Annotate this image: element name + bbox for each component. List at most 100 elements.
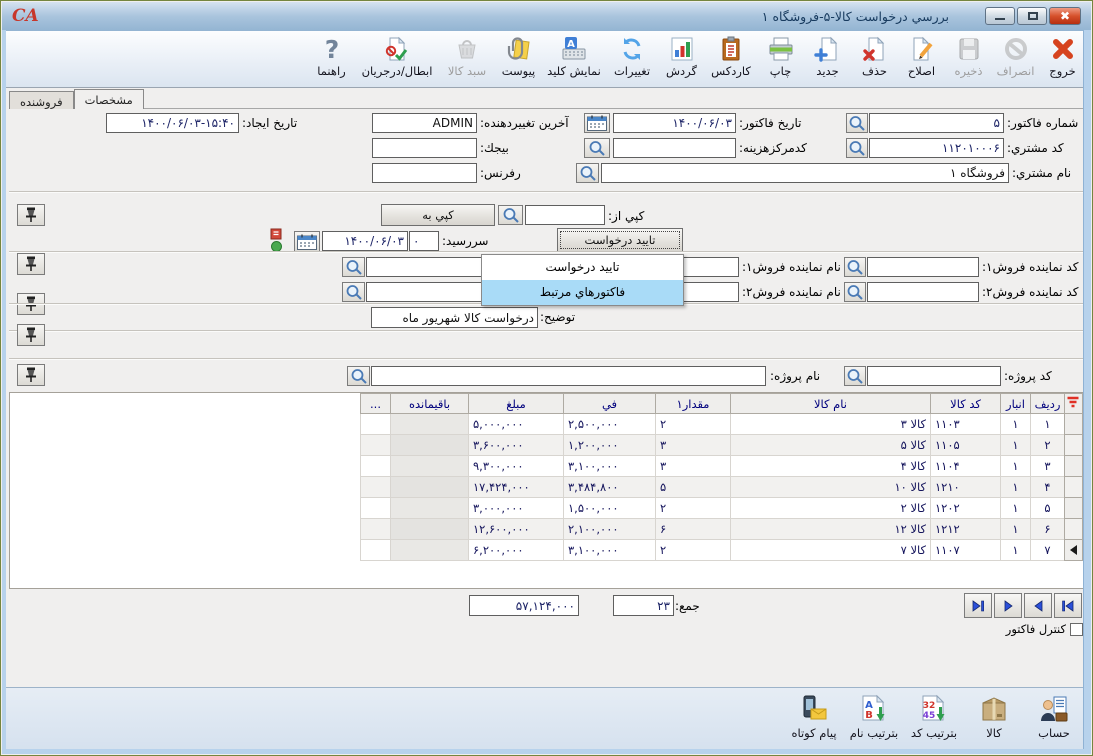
toolbar-exit-button[interactable]: خروج bbox=[1039, 33, 1086, 78]
table-row[interactable]: ۵ ۱ ۱۲۰۲ كالا ۲ ۲ ۱,۵۰۰,۰۰۰ ۳,۰۰۰,۰۰۰ bbox=[361, 498, 1083, 519]
cell-quantity[interactable]: ۲ bbox=[656, 414, 731, 435]
nav-first-button[interactable] bbox=[1054, 593, 1082, 618]
column-header-amount[interactable]: مبلغ bbox=[469, 394, 564, 414]
cell-unit-price[interactable]: ۳,۱۰۰,۰۰۰ bbox=[564, 540, 656, 561]
cell-remaining[interactable] bbox=[391, 435, 469, 456]
copy-to-button[interactable]: كپي به bbox=[381, 204, 495, 226]
customer-code-lookup-button[interactable] bbox=[846, 138, 868, 158]
project-code-input[interactable] bbox=[867, 366, 1001, 386]
cell-row-number[interactable]: ۵ bbox=[1031, 498, 1065, 519]
cell-more[interactable] bbox=[361, 414, 391, 435]
cost-center-input[interactable] bbox=[613, 138, 736, 158]
cell-warehouse[interactable]: ۱ bbox=[1001, 519, 1031, 540]
toolbar-help-button[interactable]: ? راهنما bbox=[308, 33, 355, 78]
cell-amount[interactable]: ۹,۳۰۰,۰۰۰ bbox=[469, 456, 564, 477]
cell-warehouse[interactable]: ۱ bbox=[1001, 435, 1031, 456]
due-date-input[interactable] bbox=[322, 231, 408, 251]
cell-warehouse[interactable]: ۱ bbox=[1001, 540, 1031, 561]
minimize-button[interactable] bbox=[985, 7, 1015, 25]
cell-more[interactable] bbox=[361, 456, 391, 477]
bottom-sort-by-name-button[interactable]: AB بترتيب نام bbox=[846, 692, 902, 740]
toolbar-void-button[interactable]: ابطال/درجريان bbox=[355, 33, 439, 78]
table-row[interactable]: ۶ ۱ ۱۲۱۲ كالا ۱۲ ۶ ۲,۱۰۰,۰۰۰ ۱۲,۶۰۰,۰۰۰ bbox=[361, 519, 1083, 540]
toolbar-changes-button[interactable]: تغييرات bbox=[606, 33, 658, 78]
cell-item-code[interactable]: ۱۱۰۵ bbox=[931, 435, 1001, 456]
due-date-calendar-button[interactable] bbox=[294, 231, 320, 252]
nav-next-button[interactable] bbox=[994, 593, 1022, 618]
cell-more[interactable] bbox=[361, 477, 391, 498]
amount-total-field[interactable] bbox=[469, 595, 579, 616]
cell-unit-price[interactable]: ۲,۵۰۰,۰۰۰ bbox=[564, 414, 656, 435]
cell-row-number[interactable]: ۴ bbox=[1031, 477, 1065, 498]
invoice-date-calendar-button[interactable] bbox=[584, 113, 610, 133]
table-row[interactable]: ۷ ۱ ۱۱۰۷ كالا ۷ ۲ ۳,۱۰۰,۰۰۰ ۶,۲۰۰,۰۰۰ bbox=[361, 540, 1083, 561]
cell-item-code[interactable]: ۱۱۰۷ bbox=[931, 540, 1001, 561]
cell-row-number[interactable]: ۶ bbox=[1031, 519, 1065, 540]
cell-row-number[interactable]: ۲ bbox=[1031, 435, 1065, 456]
cell-warehouse[interactable]: ۱ bbox=[1001, 456, 1031, 477]
filter-header-cell[interactable] bbox=[1065, 394, 1083, 414]
checkbox-box[interactable] bbox=[1070, 623, 1083, 636]
invoice-no-input[interactable] bbox=[869, 113, 1004, 133]
cost-center-lookup-button[interactable] bbox=[584, 138, 610, 158]
maximize-button[interactable] bbox=[1017, 7, 1047, 25]
cell-amount[interactable]: ۳,۶۰۰,۰۰۰ bbox=[469, 435, 564, 456]
due-days-input[interactable] bbox=[409, 231, 439, 251]
invoice-control-checkbox[interactable]: كنترل فاكتور bbox=[986, 622, 1083, 636]
confirm-request-button[interactable]: تاييد درخواست bbox=[557, 228, 683, 252]
cell-amount[interactable]: ۳,۰۰۰,۰۰۰ bbox=[469, 498, 564, 519]
toolbar-turnover-button[interactable]: گردش bbox=[658, 33, 705, 78]
column-header-unit-price[interactable]: في bbox=[564, 394, 656, 414]
bottom-sms-button[interactable]: پيام كوتاه bbox=[786, 692, 842, 740]
rep1-name-lookup-button[interactable] bbox=[342, 257, 365, 277]
cell-unit-price[interactable]: ۲,۱۰۰,۰۰۰ bbox=[564, 519, 656, 540]
toolbar-delete-button[interactable]: حذف bbox=[851, 33, 898, 78]
pin-button-copy[interactable] bbox=[17, 204, 45, 226]
cell-unit-price[interactable]: ۱,۲۰۰,۰۰۰ bbox=[564, 435, 656, 456]
menu-item-related-invoices[interactable]: فاكتورهاي مرتبط bbox=[482, 280, 683, 305]
pin-button-project[interactable] bbox=[17, 364, 45, 386]
cell-warehouse[interactable]: ۱ bbox=[1001, 477, 1031, 498]
cell-amount[interactable]: ۶,۲۰۰,۰۰۰ bbox=[469, 540, 564, 561]
cell-remaining[interactable] bbox=[391, 498, 469, 519]
cell-quantity[interactable]: ۲ bbox=[656, 540, 731, 561]
table-row[interactable]: ۱ ۱ ۱۱۰۳ كالا ۳ ۲ ۲,۵۰۰,۰۰۰ ۵,۰۰۰,۰۰۰ bbox=[361, 414, 1083, 435]
cell-item-name[interactable]: كالا ۵ bbox=[731, 435, 931, 456]
column-header-quantity[interactable]: مقدار۱ bbox=[656, 394, 731, 414]
table-row[interactable]: ۲ ۱ ۱۱۰۵ كالا ۵ ۳ ۱,۲۰۰,۰۰۰ ۳,۶۰۰,۰۰۰ bbox=[361, 435, 1083, 456]
quantity-total-field[interactable] bbox=[613, 595, 674, 616]
project-name-input[interactable] bbox=[371, 366, 766, 386]
cell-unit-price[interactable]: ۳,۱۰۰,۰۰۰ bbox=[564, 456, 656, 477]
column-header-item-code[interactable]: كد كالا bbox=[931, 394, 1001, 414]
close-button[interactable]: ✖ bbox=[1049, 7, 1081, 25]
cell-warehouse[interactable]: ۱ bbox=[1001, 414, 1031, 435]
cell-item-name[interactable]: كالا ۳ bbox=[731, 414, 931, 435]
rep2-code-input[interactable] bbox=[867, 282, 979, 302]
cell-amount[interactable]: ۵,۰۰۰,۰۰۰ bbox=[469, 414, 564, 435]
cell-row-number[interactable]: ۱ bbox=[1031, 414, 1065, 435]
pin-button-description[interactable] bbox=[17, 324, 45, 346]
nav-prev-button[interactable] bbox=[1024, 593, 1052, 618]
cell-remaining[interactable] bbox=[391, 540, 469, 561]
cell-remaining[interactable] bbox=[391, 477, 469, 498]
rep2-name-lookup-button[interactable] bbox=[342, 282, 365, 302]
cell-item-code[interactable]: ۱۲۱۲ bbox=[931, 519, 1001, 540]
cell-quantity[interactable]: ۳ bbox=[656, 456, 731, 477]
cell-quantity[interactable]: ۲ bbox=[656, 498, 731, 519]
cell-remaining[interactable] bbox=[391, 414, 469, 435]
copy-from-lookup-button[interactable] bbox=[498, 205, 523, 225]
column-header-row[interactable]: رديف bbox=[1031, 394, 1065, 414]
bottom-account-button[interactable]: حساب bbox=[1026, 692, 1082, 740]
cell-item-code[interactable]: ۱۱۰۳ bbox=[931, 414, 1001, 435]
toolbar-edit-button[interactable]: اصلاح bbox=[898, 33, 945, 78]
bottom-sort-by-code-button[interactable]: 3245 بترتيب كد bbox=[906, 692, 962, 740]
rep2-code-lookup-button[interactable] bbox=[844, 282, 866, 302]
project-name-lookup-button[interactable] bbox=[347, 366, 370, 386]
cell-item-name[interactable]: كالا ۱۰ bbox=[731, 477, 931, 498]
cell-more[interactable] bbox=[361, 435, 391, 456]
cell-item-code[interactable]: ۱۲۱۰ bbox=[931, 477, 1001, 498]
cell-quantity[interactable]: ۵ bbox=[656, 477, 731, 498]
cell-remaining[interactable] bbox=[391, 456, 469, 477]
toolbar-show-key-button[interactable]: A نمايش كليد bbox=[542, 33, 606, 78]
customer-name-lookup-button[interactable] bbox=[576, 163, 599, 183]
